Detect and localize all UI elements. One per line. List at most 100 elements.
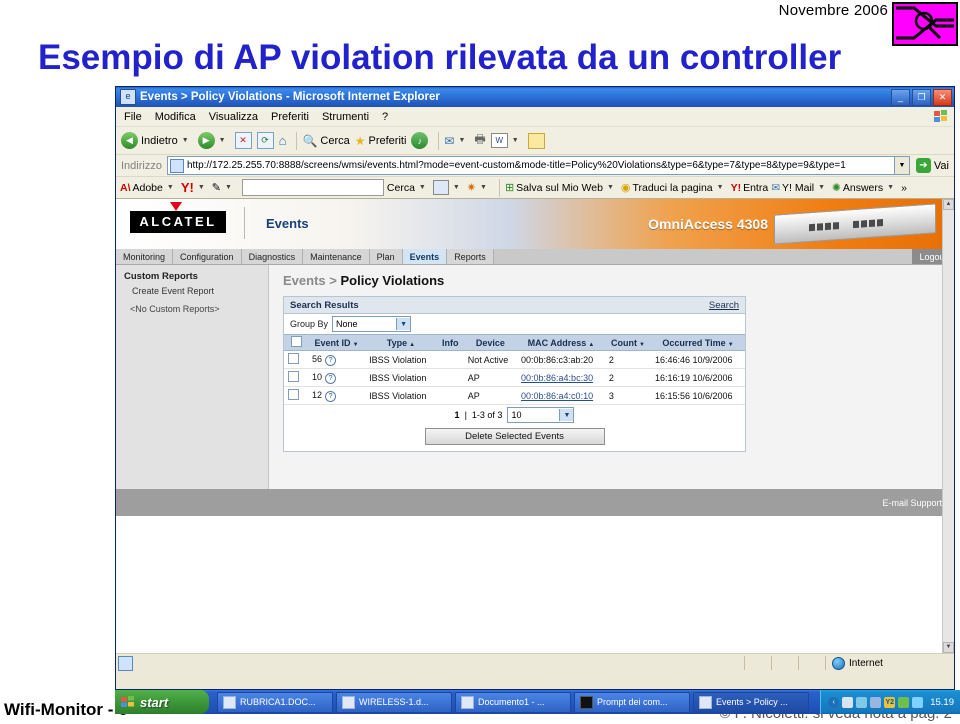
print-button[interactable]: 🖶 xyxy=(474,130,485,151)
back-button[interactable]: ◀ Indietro ▼ xyxy=(121,132,193,149)
yahoo-search-button[interactable]: Cerca ▼ xyxy=(387,182,430,194)
edit-dropdown-icon[interactable]: ▼ xyxy=(512,137,519,144)
answers-dropdown-icon[interactable]: ▼ xyxy=(887,184,894,191)
tab-reports[interactable]: Reports xyxy=(447,249,494,264)
tray-yahoo-icon[interactable]: Y2 xyxy=(884,696,896,708)
row-checkbox[interactable] xyxy=(288,353,299,364)
toolbar-overflow-button[interactable]: » xyxy=(901,182,907,194)
notes-button[interactable] xyxy=(527,132,545,149)
mail-dropdown-icon[interactable]: ▼ xyxy=(458,137,465,144)
taskbar-item-rubrica[interactable]: RUBRICA1.DOC... xyxy=(217,691,333,713)
save-web-button[interactable]: ⊞ Salva sul Mio Web ▼ xyxy=(505,181,618,195)
menu-view[interactable]: Visualizza xyxy=(209,111,258,123)
email-support-link[interactable]: E-mail Support xyxy=(882,498,942,508)
address-input[interactable]: http://172.25.255.70:8888/screens/wmsi/e… xyxy=(166,156,895,175)
taskbar-item-prompt[interactable]: Prompt dei com... xyxy=(574,691,690,713)
translate-button[interactable]: ◉ Traduci la pagina ▼ xyxy=(621,181,728,195)
home-button[interactable]: ⌂ xyxy=(279,133,287,148)
table-row[interactable]: 56? IBSS Violation Not Active 00:0b:86:c… xyxy=(284,350,745,369)
tab-configuration[interactable]: Configuration xyxy=(173,249,242,264)
delete-selected-events-button[interactable]: Delete Selected Events xyxy=(424,428,605,445)
favorites-button[interactable]: ★ Preferiti xyxy=(355,134,407,148)
tray-misc-icon[interactable] xyxy=(912,696,924,708)
panel-dropdown-icon[interactable]: ▼ xyxy=(453,184,460,191)
answers-button[interactable]: ✺ Answers ▼ xyxy=(832,182,898,194)
column-count[interactable]: Count ▼ xyxy=(604,334,651,351)
tray-battery-icon[interactable] xyxy=(842,696,854,708)
ymail-button[interactable]: ✉ Y! Mail ▼ xyxy=(771,182,829,194)
yahoo-panel-button[interactable]: ▼ xyxy=(432,180,464,195)
taskbar-clock[interactable]: 15.19 xyxy=(930,697,954,708)
tab-plan[interactable]: Plan xyxy=(369,249,403,264)
forward-button[interactable]: ▶ ▼ xyxy=(197,132,230,149)
stop-button[interactable]: ✕ xyxy=(234,132,252,149)
yahoo-search-input[interactable] xyxy=(241,179,384,196)
tab-monitoring[interactable]: Monitoring xyxy=(116,249,174,264)
adobe-dropdown-icon[interactable]: ▼ xyxy=(167,184,174,191)
column-select-all[interactable] xyxy=(284,334,308,351)
forward-dropdown-icon[interactable]: ▼ xyxy=(219,137,226,144)
scroll-down-icon[interactable]: ▼ xyxy=(943,642,954,653)
column-type[interactable]: Type ▲ xyxy=(365,334,437,351)
menu-edit[interactable]: Modifica xyxy=(155,111,196,123)
help-icon[interactable]: ? xyxy=(325,354,337,366)
yahoo-dropdown-icon[interactable]: ▼ xyxy=(198,184,205,191)
breadcrumb-parent[interactable]: Events xyxy=(283,273,326,288)
help-icon[interactable]: ? xyxy=(325,372,337,384)
start-button[interactable]: start xyxy=(115,690,209,714)
tray-expand-icon[interactable]: ‹ xyxy=(828,696,840,708)
save-web-dropdown-icon[interactable]: ▼ xyxy=(607,184,614,191)
row-checkbox[interactable] xyxy=(288,371,299,382)
antispy-dropdown-icon[interactable]: ▼ xyxy=(480,184,487,191)
tab-events[interactable]: Events xyxy=(402,249,448,264)
menu-favorites[interactable]: Preferiti xyxy=(271,111,309,123)
tray-network-icon[interactable] xyxy=(856,696,868,708)
tray-sound-icon[interactable] xyxy=(870,696,882,708)
scroll-up-icon[interactable]: ▲ xyxy=(943,199,954,210)
search-link[interactable]: Search xyxy=(709,300,739,311)
mac-address-link[interactable]: 00:0b:86:a4:bc:30 xyxy=(521,373,593,383)
menu-help[interactable]: ? xyxy=(382,111,388,123)
edit-button[interactable]: W ▼ xyxy=(490,133,523,148)
page-size-select[interactable]: 10 ▼ xyxy=(507,407,575,423)
yahoo-button[interactable]: Y! ▼ xyxy=(181,180,209,195)
mac-address-link[interactable]: 00:0b:86:a4:c0:10 xyxy=(521,391,593,401)
column-event-id[interactable]: Event ID ▼ xyxy=(308,334,366,351)
tab-maintenance[interactable]: Maintenance xyxy=(303,249,370,264)
minimize-button[interactable]: _ xyxy=(891,88,910,106)
menu-file[interactable]: File xyxy=(124,111,142,123)
column-occurred-time[interactable]: Occurred Time ▼ xyxy=(650,334,745,351)
translate-dropdown-icon[interactable]: ▼ xyxy=(717,184,724,191)
taskbar-item-events-policy[interactable]: Events > Policy ... xyxy=(693,691,809,713)
yahoo-search-dropdown-icon[interactable]: ▼ xyxy=(419,184,426,191)
row-checkbox-cell[interactable] xyxy=(284,386,308,405)
table-row[interactable]: 10? IBSS Violation AP 00:0b:86:a4:bc:30 … xyxy=(284,368,745,387)
row-checkbox[interactable] xyxy=(288,389,299,400)
row-checkbox-cell[interactable] xyxy=(284,368,308,387)
address-dropdown-icon[interactable]: ▼ xyxy=(894,156,910,175)
row-checkbox-cell[interactable] xyxy=(284,350,308,369)
ymail-dropdown-icon[interactable]: ▼ xyxy=(818,184,825,191)
yahoo-antispy-button[interactable]: ✷ ▼ xyxy=(467,181,491,194)
search-button[interactable]: 🔍 Cerca xyxy=(302,134,349,148)
sidebar-item-create-event-report[interactable]: Create Event Report xyxy=(132,286,268,296)
go-button[interactable]: ➔ Vai xyxy=(915,158,949,173)
taskbar-item-documento1[interactable]: Documento1 - ... xyxy=(455,691,571,713)
column-mac-address[interactable]: MAC Address ▲ xyxy=(517,334,605,351)
adobe-button[interactable]: A\ Adobe ▼ xyxy=(120,182,178,194)
pencil-dropdown-icon[interactable]: ▼ xyxy=(225,184,232,191)
close-button[interactable]: ✕ xyxy=(933,88,952,106)
media-button[interactable]: ♪ xyxy=(411,132,429,149)
refresh-button[interactable]: ⟳ xyxy=(256,132,274,149)
menu-tools[interactable]: Strumenti xyxy=(322,111,369,123)
column-device[interactable]: Device xyxy=(463,334,518,351)
tray-antivirus-icon[interactable] xyxy=(898,696,910,708)
page-scrollbar[interactable]: ▲ ▼ xyxy=(942,199,954,653)
help-icon[interactable]: ? xyxy=(325,390,337,402)
signin-button[interactable]: Y! Entra xyxy=(731,182,769,194)
column-info[interactable]: Info xyxy=(436,334,464,351)
mail-button[interactable]: ✉ ▼ xyxy=(444,134,469,148)
pencil-button[interactable]: ✎ ▼ xyxy=(212,181,236,194)
restore-button[interactable]: ❐ xyxy=(912,88,931,106)
back-dropdown-icon[interactable]: ▼ xyxy=(182,137,189,144)
